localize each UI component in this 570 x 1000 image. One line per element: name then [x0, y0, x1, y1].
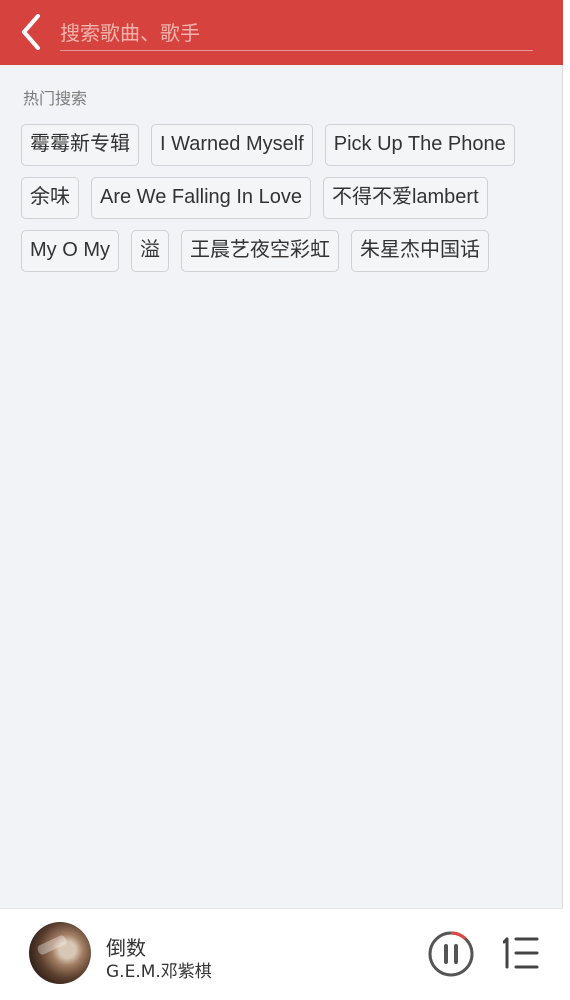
- mini-player[interactable]: 倒数 G.E.M.邓紫棋: [0, 908, 563, 1000]
- hot-search-tag[interactable]: 霉霉新专辑: [21, 124, 139, 166]
- search-input[interactable]: [60, 17, 533, 51]
- hot-search-tag[interactable]: 朱星杰中国话: [351, 230, 489, 272]
- hot-search-tag[interactable]: 不得不爱lambert: [322, 177, 488, 219]
- pause-icon: [428, 931, 474, 977]
- hot-search-tag[interactable]: 余味: [21, 177, 79, 219]
- hot-search-tag[interactable]: 溢: [131, 230, 169, 272]
- hot-search-tag[interactable]: My O My: [21, 230, 119, 272]
- chevron-left-icon: [22, 14, 40, 50]
- back-button[interactable]: [14, 12, 52, 52]
- song-artist: G.E.M.邓紫棋: [106, 962, 212, 982]
- hot-search-tag[interactable]: I Warned Myself: [151, 124, 313, 166]
- play-pause-button[interactable]: [427, 930, 475, 978]
- search-header: [0, 0, 563, 65]
- hot-search-tag[interactable]: Pick Up The Phone: [324, 124, 515, 166]
- playlist-icon: [502, 937, 539, 969]
- album-art[interactable]: [29, 922, 91, 984]
- app-root: 热门搜索 霉霉新专辑 I Warned Myself Pick Up The P…: [0, 0, 563, 1000]
- hot-search-tags: 霉霉新专辑 I Warned Myself Pick Up The Phone …: [21, 124, 541, 272]
- hot-search-tag[interactable]: 王晨艺夜空彩虹: [181, 230, 339, 272]
- hot-search-title: 热门搜索: [23, 89, 88, 108]
- playlist-button[interactable]: [502, 933, 539, 973]
- hot-search-tag[interactable]: Are We Falling In Love: [91, 177, 311, 219]
